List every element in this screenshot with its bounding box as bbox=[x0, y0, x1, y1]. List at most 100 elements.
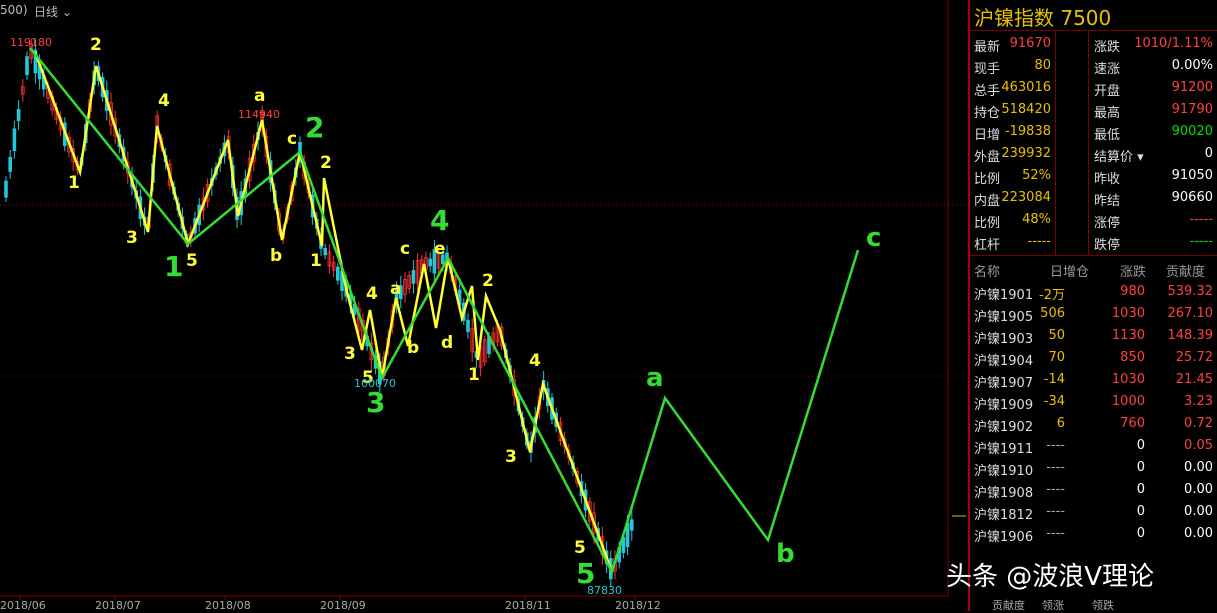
contract-contrib: 21.45 bbox=[1175, 372, 1213, 387]
quote-row: 杠杆 ----- 跌停 ----- bbox=[970, 231, 1217, 253]
quote-row: 外盘 239932 结算价 ▾ 0 bbox=[970, 143, 1217, 165]
quote-row: 比例 52% 昨收 91050 bbox=[970, 165, 1217, 187]
quote-label-right: 开盘 bbox=[1094, 84, 1121, 99]
minor-wave-label: 3 bbox=[344, 344, 356, 364]
major-wave-label: 2 bbox=[305, 111, 324, 144]
quote-row: 持仓 518420 最高 91790 bbox=[970, 99, 1217, 121]
instrument-code: 7500 bbox=[1060, 6, 1112, 30]
bottom-tabs: 贡献度 领涨 领跌 bbox=[970, 596, 1217, 612]
contract-contrib: 3.23 bbox=[1184, 394, 1213, 409]
quote-label-right: 昨结 bbox=[1094, 194, 1121, 209]
contract-row[interactable]: 沪镍1902 6 760 0.72 bbox=[970, 413, 1217, 435]
minor-wave-label: 1 bbox=[68, 173, 80, 193]
quote-label-right: 昨收 bbox=[1094, 172, 1121, 187]
contract-name: 沪镍1905 bbox=[974, 310, 1034, 325]
candle-body bbox=[25, 56, 29, 76]
quote-label: 外盘 bbox=[974, 150, 1001, 165]
contract-row[interactable]: 沪镍1901 -2万 980 539.32 bbox=[970, 281, 1217, 303]
contract-row[interactable]: 沪镍1909 -34 1000 3.23 bbox=[970, 391, 1217, 413]
major-wave-label: 1 bbox=[164, 250, 183, 283]
quote-value-right: 1010/1.11% bbox=[1134, 36, 1213, 51]
quote-row: 总手 463016 开盘 91200 bbox=[970, 77, 1217, 99]
quote-value: 518420 bbox=[1001, 102, 1051, 117]
contract-contrib: 148.39 bbox=[1167, 328, 1214, 343]
price-label-low5: 87830 bbox=[587, 584, 622, 597]
contract-row[interactable]: 沪镍1906 ---- 0 0.00 bbox=[970, 523, 1217, 545]
contract-row[interactable]: 沪镍1812 ---- 0 0.00 bbox=[970, 501, 1217, 523]
x-tick-label: 2018/12 bbox=[615, 599, 661, 611]
contract-change: 1000 bbox=[1111, 394, 1145, 409]
minor-wave-label: 2 bbox=[320, 153, 332, 173]
contract-row[interactable]: 沪镍1907 -14 1030 21.45 bbox=[970, 369, 1217, 391]
quote-value: 80 bbox=[1034, 58, 1051, 73]
x-tick-label: 2018/08 bbox=[205, 599, 251, 611]
major-wave-label: 4 bbox=[430, 204, 449, 237]
x-tick-label: 2018/09 bbox=[320, 599, 366, 611]
quote-label: 比例 bbox=[974, 216, 1001, 231]
contract-daily: 50 bbox=[1048, 328, 1065, 343]
contract-row[interactable]: 沪镍1911 ---- 0 0.05 bbox=[970, 435, 1217, 457]
contract-daily: ---- bbox=[1046, 438, 1065, 453]
chart-canvas: 12345 bc12345abcde12345a12345abc119180114… bbox=[0, 0, 968, 611]
contract-name: 沪镍1907 bbox=[974, 376, 1034, 391]
quote-label-right: 速涨 bbox=[1094, 62, 1121, 77]
candle-body bbox=[8, 157, 13, 172]
minor-wave-label: e bbox=[434, 239, 446, 259]
contract-row[interactable]: 沪镍1908 ---- 0 0.00 bbox=[970, 479, 1217, 501]
candle-body bbox=[323, 247, 327, 256]
contract-row[interactable]: 沪镍1910 ---- 0 0.00 bbox=[970, 457, 1217, 479]
price-chart[interactable]: 500) 日线 ⌄ 12345bc12345abcde12345a12345ab… bbox=[0, 0, 968, 611]
quote-row: 最新 91670 涨跌 1010/1.11% bbox=[970, 33, 1217, 55]
contracts-header: 名称 日增仓 涨跌 贡献度 bbox=[974, 265, 1206, 280]
contract-daily: ---- bbox=[1046, 482, 1065, 497]
quote-row: 比例 48% 涨停 ----- bbox=[970, 209, 1217, 231]
candle-body bbox=[12, 128, 17, 152]
quote-value-right: 91050 bbox=[1171, 168, 1213, 183]
quote-row: 现手 80 速涨 0.00% bbox=[970, 55, 1217, 77]
quote-value: ----- bbox=[1027, 234, 1051, 249]
contract-name: 沪镍1909 bbox=[974, 398, 1034, 413]
contract-contrib: 267.10 bbox=[1167, 306, 1214, 321]
quote-value: -19838 bbox=[1004, 124, 1051, 139]
wave-labels-group: 12345 bc12345abcde12345a12345abc119180114… bbox=[10, 35, 881, 597]
minor-wave-label: a bbox=[254, 86, 265, 106]
contract-change: 850 bbox=[1120, 350, 1145, 365]
x-tick-label: 2018/07 bbox=[95, 599, 141, 611]
green-wave-line bbox=[29, 47, 860, 576]
minor-wave-label: b bbox=[270, 246, 282, 266]
contract-contrib: 25.72 bbox=[1175, 350, 1213, 365]
candle-body bbox=[630, 519, 634, 531]
minor-wave-label: c bbox=[287, 129, 297, 149]
minor-wave-label: d bbox=[441, 333, 453, 353]
quote-label: 总手 bbox=[974, 84, 1001, 99]
contract-row[interactable]: 沪镍1905 506 1030 267.10 bbox=[970, 303, 1217, 325]
x-axis: 2018/06 2018/07 2018/08 2018/09 2018/11 2018/… bbox=[0, 596, 661, 611]
quote-value-right: 91790 bbox=[1171, 102, 1213, 117]
quote-value: 463016 bbox=[1001, 80, 1051, 95]
contract-name: 沪镍1902 bbox=[974, 420, 1034, 435]
contract-change: 0 bbox=[1136, 504, 1145, 519]
contract-daily: ---- bbox=[1046, 504, 1065, 519]
quote-label: 日增 bbox=[974, 128, 1001, 143]
quote-label: 持仓 bbox=[974, 106, 1001, 121]
contract-name: 沪镍1812 bbox=[974, 508, 1034, 523]
contract-name: 沪镍1911 bbox=[974, 442, 1034, 457]
minor-wave-label: 2 bbox=[90, 35, 102, 55]
quote-label: 最新 bbox=[974, 40, 1001, 55]
contract-row[interactable]: 沪镍1904 70 850 25.72 bbox=[970, 347, 1217, 369]
contract-contrib: 0.72 bbox=[1184, 416, 1213, 431]
contract-name: 沪镍1906 bbox=[974, 530, 1034, 545]
contract-daily: ---- bbox=[1046, 526, 1065, 541]
quote-row: 内盘 223084 昨结 90660 bbox=[970, 187, 1217, 209]
contract-name: 沪镍1908 bbox=[974, 486, 1034, 501]
quote-label-right: 最高 bbox=[1094, 106, 1121, 121]
contract-daily: ---- bbox=[1046, 460, 1065, 475]
quote-value-right: 90020 bbox=[1171, 124, 1213, 139]
contract-row[interactable]: 沪镍1903 50 1130 148.39 bbox=[970, 325, 1217, 347]
contract-contrib: 0.00 bbox=[1184, 526, 1213, 541]
contract-change: 0 bbox=[1136, 460, 1145, 475]
quote-value: 223084 bbox=[1001, 190, 1051, 205]
contract-change: 0 bbox=[1136, 526, 1145, 541]
quote-value-right: 90660 bbox=[1171, 190, 1213, 205]
contract-name: 沪镍1903 bbox=[974, 332, 1034, 347]
